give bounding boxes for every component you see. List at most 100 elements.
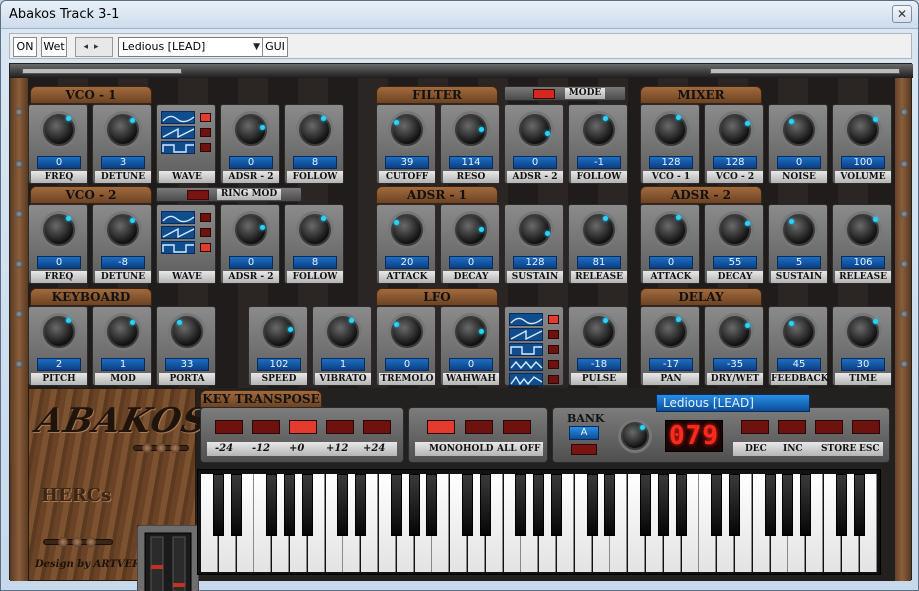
play-mode-button[interactable]	[503, 420, 531, 434]
black-key[interactable]	[533, 474, 545, 536]
black-key[interactable]	[675, 474, 687, 536]
knob[interactable]	[783, 316, 815, 348]
knob[interactable]	[783, 114, 815, 146]
square-wave-icon[interactable]	[509, 343, 543, 356]
preset-inc-button[interactable]	[778, 420, 806, 434]
black-key[interactable]	[782, 474, 794, 536]
wave-led[interactable]	[548, 315, 559, 324]
saw-wave-icon[interactable]	[161, 226, 195, 239]
knob[interactable]	[583, 316, 615, 348]
transpose-button[interactable]	[215, 420, 243, 434]
knob[interactable]	[655, 316, 687, 348]
wave-led[interactable]	[548, 330, 559, 339]
wave-led[interactable]	[548, 375, 559, 384]
knob[interactable]	[263, 316, 295, 348]
bank-button[interactable]	[571, 444, 597, 455]
wave-led[interactable]	[200, 128, 211, 137]
black-key[interactable]	[551, 474, 562, 536]
black-key[interactable]	[355, 474, 367, 536]
knob[interactable]	[655, 214, 687, 246]
black-key[interactable]	[586, 474, 598, 536]
saw-wave-icon[interactable]	[509, 328, 543, 341]
black-key[interactable]	[390, 474, 402, 536]
wave-led[interactable]	[548, 345, 559, 354]
saw-wave-icon[interactable]	[161, 126, 195, 139]
preset-dropdown[interactable]: Ledious [LEAD] ▼	[118, 37, 264, 57]
wave-led[interactable]	[200, 213, 211, 222]
black-key[interactable]	[408, 474, 420, 536]
wave-led[interactable]	[200, 243, 211, 252]
bank-selector[interactable]: A	[569, 426, 599, 440]
wave-led[interactable]	[548, 360, 559, 369]
knob[interactable]	[719, 114, 751, 146]
preset-store-button[interactable]	[815, 420, 843, 434]
transpose-button[interactable]	[363, 420, 391, 434]
knob[interactable]	[391, 114, 423, 146]
noise-wave-icon[interactable]	[509, 373, 543, 386]
black-key[interactable]	[853, 474, 865, 536]
black-key[interactable]	[212, 474, 224, 536]
on-button[interactable]: ON	[13, 37, 37, 57]
black-key[interactable]	[284, 474, 295, 536]
transpose-button[interactable]	[326, 420, 354, 434]
black-key[interactable]	[835, 474, 847, 536]
black-key[interactable]	[711, 474, 723, 536]
knob[interactable]	[519, 114, 551, 146]
title-bar[interactable]: Abakos Track 3-1 ✕	[1, 1, 918, 29]
black-key[interactable]	[515, 474, 527, 536]
knob[interactable]	[519, 214, 551, 246]
sine-wave-icon[interactable]	[161, 211, 195, 224]
black-key[interactable]	[462, 474, 473, 536]
transpose-button[interactable]	[289, 420, 317, 434]
knob[interactable]	[783, 214, 815, 246]
gui-button[interactable]: GUI	[262, 37, 288, 57]
black-key[interactable]	[479, 474, 491, 536]
pitch-wheel[interactable]	[150, 536, 164, 591]
knob[interactable]	[299, 214, 331, 246]
black-key[interactable]	[426, 474, 438, 536]
mod-wheel[interactable]	[172, 536, 186, 591]
knob[interactable]	[391, 214, 423, 246]
knob[interactable]	[235, 214, 267, 246]
black-key[interactable]	[604, 474, 616, 536]
wave-led[interactable]	[200, 228, 211, 237]
black-key[interactable]	[640, 474, 651, 536]
preset-prev-next-arrows[interactable]: ◂▸	[75, 37, 113, 57]
wave-led[interactable]	[200, 143, 211, 152]
black-key[interactable]	[301, 474, 313, 536]
wave-led[interactable]	[200, 113, 211, 122]
black-key[interactable]	[764, 474, 776, 536]
black-key[interactable]	[657, 474, 669, 536]
knob[interactable]	[299, 114, 331, 146]
knob[interactable]	[583, 114, 615, 146]
square-wave-icon[interactable]	[161, 141, 195, 154]
transpose-button[interactable]	[252, 420, 280, 434]
abacus-bead	[72, 537, 82, 547]
triangle-wave-icon[interactable]	[509, 358, 543, 371]
square-wave-icon[interactable]	[161, 241, 195, 254]
knob[interactable]	[171, 316, 203, 348]
filter-mode-switch[interactable]	[533, 89, 555, 99]
black-key[interactable]	[337, 474, 349, 536]
play-mode-button[interactable]	[427, 420, 455, 434]
knob[interactable]	[719, 316, 751, 348]
sine-wave-icon[interactable]	[161, 111, 195, 124]
sine-wave-icon[interactable]	[509, 313, 543, 326]
preset-dec-button[interactable]	[741, 420, 769, 434]
knob[interactable]	[391, 316, 423, 348]
knob[interactable]	[719, 214, 751, 246]
ring-mod-switch[interactable]	[187, 190, 209, 200]
knob[interactable]	[235, 114, 267, 146]
module-label: NOISE	[771, 171, 827, 183]
play-mode-button[interactable]	[465, 420, 493, 434]
black-key[interactable]	[800, 474, 812, 536]
knob[interactable]	[583, 214, 615, 246]
close-button[interactable]: ✕	[892, 5, 912, 23]
black-key[interactable]	[266, 474, 278, 536]
knob[interactable]	[327, 316, 359, 348]
preset-esc-button[interactable]	[852, 420, 880, 434]
wet-button[interactable]: Wet	[41, 37, 67, 57]
black-key[interactable]	[230, 474, 242, 536]
knob[interactable]	[655, 114, 687, 146]
black-key[interactable]	[729, 474, 740, 536]
